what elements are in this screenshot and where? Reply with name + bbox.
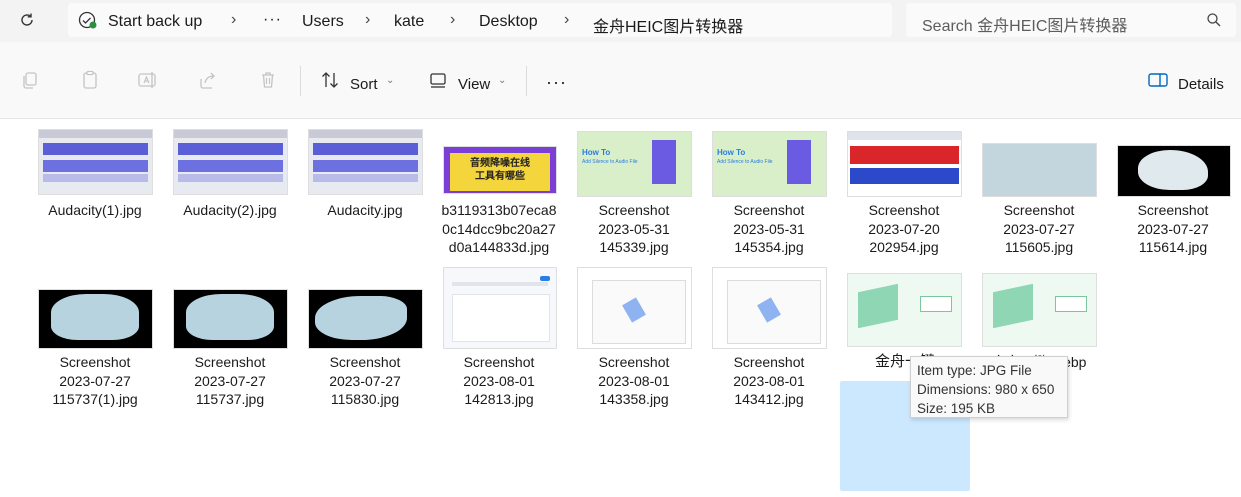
breadcrumb-start-back-up[interactable]: Start back up — [108, 13, 202, 31]
tooltip-dimensions: Dimensions: 980 x 650 — [917, 382, 1055, 397]
view-button[interactable]: View — [458, 76, 490, 93]
address-box[interactable]: Start back up › ··· Users › kate › Deskt… — [68, 3, 892, 37]
file-name[interactable]: Screenshot 2023-07-27 115614.jpg — [1106, 201, 1240, 257]
file-name[interactable]: Audacity(2).jpg — [163, 201, 297, 220]
thumbnail-howto-1[interactable]: How To Add Silence to Audio File — [577, 131, 692, 197]
address-bar-row: Start back up › ··· Users › kate › Deskt… — [0, 0, 1241, 42]
search-icon — [1206, 12, 1222, 33]
thumbnail-illustration[interactable] — [982, 273, 1097, 347]
toolbar-divider — [526, 66, 527, 96]
thumbnail-audacity[interactable] — [308, 129, 423, 195]
thumbnail-photo[interactable] — [982, 143, 1097, 197]
file-name[interactable]: Screenshot 2023-07-27 115605.jpg — [972, 201, 1106, 257]
howto-title: How To — [582, 148, 611, 157]
thumbnail-photo[interactable] — [1117, 145, 1231, 197]
file-name[interactable]: Screenshot 2023-05-31 145339.jpg — [567, 201, 701, 257]
thumbnail-howto-2[interactable]: How To Add Silence to Audio File — [712, 131, 827, 197]
file-name[interactable]: b3119313b07eca8 0c14dcc9bc20a27 d0a144833d… — [432, 201, 566, 257]
howto-subtitle: Add Silence to Audio File — [582, 159, 638, 165]
file-name[interactable]: Screenshot 2023-08-01 143412.jpg — [702, 353, 836, 409]
folder-sync-icon — [78, 11, 98, 34]
thumbnail-illustration[interactable] — [847, 273, 962, 347]
thumbnail-audacity-2[interactable] — [173, 129, 288, 195]
thumbnail-photo[interactable] — [308, 289, 423, 349]
breadcrumb-separator[interactable]: › — [564, 11, 569, 29]
howto-subtitle: Add Silence to Audio File — [717, 159, 773, 165]
file-name[interactable]: Screenshot 2023-07-27 115737.jpg — [163, 353, 297, 409]
breadcrumb-users[interactable]: Users — [302, 13, 344, 31]
chevron-down-icon: ⌄ — [386, 75, 395, 86]
file-name[interactable]: Audacity(1).jpg — [28, 201, 162, 220]
chevron-down-icon: ⌄ — [498, 75, 507, 86]
file-name[interactable]: Audacity.jpg — [298, 201, 432, 220]
banner-line-2: 工具有哪些 — [475, 171, 525, 182]
paste-icon[interactable] — [76, 66, 104, 94]
breadcrumb-kate[interactable]: kate — [394, 13, 424, 31]
file-name[interactable]: Screenshot 2023-05-31 145354.jpg — [702, 201, 836, 257]
sort-icon[interactable] — [316, 66, 344, 94]
banner-line-1: 音频降噪在线 — [470, 158, 530, 169]
file-tooltip: Item type: JPG File Dimensions: 980 x 65… — [910, 356, 1068, 418]
file-name[interactable]: Screenshot 2023-07-20 202954.jpg — [837, 201, 971, 257]
refresh-icon[interactable] — [14, 8, 40, 32]
thumbnail-screenshot-dialog[interactable] — [577, 267, 692, 349]
file-name[interactable]: Screenshot 2023-08-01 143358.jpg — [567, 353, 701, 409]
thumbnail-photo[interactable] — [173, 289, 288, 349]
thumbnail-audacity-1[interactable] — [38, 129, 153, 195]
thumbnail-waveform[interactable] — [847, 131, 962, 197]
view-icon[interactable] — [424, 66, 452, 94]
breadcrumb-separator[interactable]: › — [450, 11, 455, 29]
breadcrumb-separator[interactable]: › — [365, 11, 370, 29]
file-name[interactable]: Screenshot 2023-07-27 115830.jpg — [298, 353, 432, 409]
more-options-button[interactable]: ··· — [546, 72, 567, 93]
breadcrumb-separator[interactable]: › — [231, 11, 236, 29]
breadcrumb-overflow[interactable]: ··· — [263, 11, 282, 29]
details-pane-icon[interactable] — [1144, 66, 1172, 94]
search-input[interactable]: Search 金舟HEIC图片转换器 — [906, 3, 1236, 37]
share-icon[interactable] — [194, 66, 222, 94]
thumbnail-photo[interactable] — [38, 289, 153, 349]
thumbnail-screenshot-app[interactable] — [443, 267, 557, 349]
howto-title: How To — [717, 148, 746, 157]
breadcrumb-desktop[interactable]: Desktop — [479, 13, 538, 31]
toolbar-divider — [300, 66, 301, 96]
tooltip-size: Size: 195 KB — [917, 401, 996, 416]
delete-icon[interactable] — [254, 66, 282, 94]
command-bar: Sort ⌄ View ⌄ ··· Details — [0, 42, 1241, 119]
rename-icon[interactable] — [134, 66, 162, 94]
thumbnail-banner[interactable]: 音频降噪在线 工具有哪些 — [443, 146, 557, 194]
details-button[interactable]: Details — [1178, 76, 1224, 93]
search-placeholder: Search 金舟HEIC图片转换器 — [922, 18, 1128, 35]
file-grid: 音频降噪在线 工具有哪些 How To Add Silence to Audio… — [0, 119, 1241, 497]
thumbnail-screenshot-dialog[interactable] — [712, 267, 827, 349]
breadcrumb-current-folder[interactable]: 金舟HEIC图片转换器 — [593, 13, 743, 37]
file-name[interactable]: Screenshot 2023-07-27 115737(1).jpg — [28, 353, 162, 409]
copy-icon[interactable] — [16, 66, 44, 94]
sort-button[interactable]: Sort — [350, 76, 378, 93]
tooltip-item-type: Item type: JPG File — [917, 363, 1032, 378]
file-name[interactable]: Screenshot 2023-08-01 142813.jpg — [432, 353, 566, 409]
